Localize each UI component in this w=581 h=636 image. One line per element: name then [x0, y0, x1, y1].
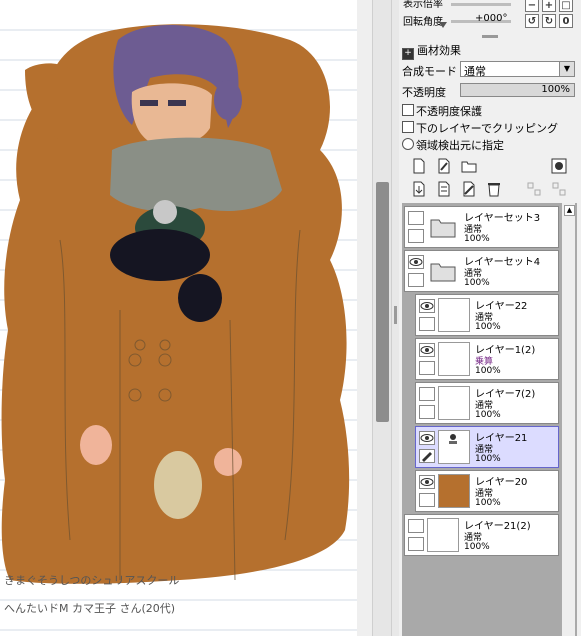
folder-icon	[427, 254, 459, 288]
preserve-opacity-label: 不透明度保護	[416, 105, 482, 118]
layer-opacity: 100%	[475, 454, 501, 464]
layer-thumbnail	[438, 474, 470, 508]
visibility-toggle[interactable]	[419, 299, 435, 313]
layer-list-scrollbar[interactable]: ▲	[561, 203, 575, 636]
layer-set-icon-b[interactable]	[551, 181, 567, 197]
rotation-label: 回転角度	[403, 17, 443, 28]
expand-icon: +	[402, 48, 414, 60]
scroll-up-icon[interactable]: ▲	[564, 205, 575, 216]
visibility-toggle[interactable]	[408, 255, 424, 269]
edit-target-toggle[interactable]	[419, 361, 435, 375]
new-linework-icon[interactable]	[436, 158, 452, 174]
layer-list: レイヤーセット3 通常 100% レイヤーセット4 通常 100% レイヤー22 通常 100%…	[402, 203, 577, 636]
canvas-vertical-scrollbar[interactable]	[372, 0, 392, 636]
blend-mode-select[interactable]: 通常 ▼	[460, 61, 575, 78]
layer-row[interactable]: レイヤー7(2) 通常 100%	[415, 382, 559, 424]
layer-thumbnail	[438, 342, 470, 376]
edit-target-toggle[interactable]	[419, 317, 435, 331]
edit-target-toggle[interactable]	[408, 537, 424, 551]
clear-layer-icon[interactable]	[461, 181, 477, 197]
edit-target-toggle[interactable]	[419, 493, 435, 507]
visibility-toggle[interactable]	[419, 343, 435, 357]
merge-down-icon[interactable]	[436, 181, 452, 197]
layer-thumbnail	[438, 430, 470, 464]
scale-label: 表示倍率	[403, 0, 443, 10]
layer-opacity: 100%	[475, 410, 501, 420]
layer-row[interactable]: レイヤー22 通常 100%	[415, 294, 559, 336]
scrollbar-thumb[interactable]	[376, 182, 389, 422]
caption-line-2: へんたいドM カマ王子 さん(20代)	[4, 602, 175, 615]
blend-mode-label: 合成モード	[402, 65, 457, 78]
layer-opacity: 100%	[464, 278, 490, 288]
eye-icon	[420, 346, 434, 354]
edit-target-toggle[interactable]	[408, 273, 424, 287]
layer-row[interactable]: レイヤー20 通常 100%	[415, 470, 559, 512]
selection-source-label: 領域検出元に指定	[416, 139, 504, 152]
layer-opacity: 100%	[475, 322, 501, 332]
canvas-area[interactable]: きまぐそうしつのシュリアスクール へんたいドM カマ王子 さん(20代)	[0, 0, 357, 636]
layer-thumbnail	[427, 518, 459, 552]
layer-row[interactable]: レイヤーセット3 通常 100%	[404, 206, 559, 248]
transfer-down-icon[interactable]	[411, 181, 427, 197]
zoom-in-button[interactable]: +	[542, 0, 556, 12]
chevron-down-icon: ▼	[559, 62, 574, 76]
clipping-checkbox[interactable]	[402, 121, 414, 133]
zoom-reset-button[interactable]: □	[559, 0, 573, 12]
panel-grip-icon[interactable]	[482, 35, 498, 38]
rotate-reset-button[interactable]: 0	[559, 14, 573, 28]
mask-icon[interactable]	[551, 158, 567, 174]
layer-opacity: 100%	[475, 366, 501, 376]
opacity-label: 不透明度	[402, 86, 446, 99]
scale-slider[interactable]	[451, 3, 511, 6]
visibility-toggle[interactable]	[408, 211, 424, 225]
caption-line-1: きまぐそうしつのシュリアスクール	[4, 574, 179, 587]
visibility-toggle[interactable]	[419, 387, 435, 401]
visibility-toggle[interactable]	[419, 431, 435, 445]
layer-set-icon-a[interactable]	[526, 181, 542, 197]
pencil-icon	[422, 452, 432, 462]
material-effects-header[interactable]: + 画材効果	[402, 42, 461, 60]
layer-opacity: 100%	[464, 542, 490, 552]
splitter-grip-icon	[394, 306, 397, 324]
layer-thumbnail	[438, 298, 470, 332]
eye-icon	[420, 478, 434, 486]
folder-icon	[427, 210, 459, 244]
canvas-gutter	[357, 0, 372, 636]
layer-row[interactable]: レイヤー21 通常 100%	[415, 426, 559, 468]
edit-target-toggle[interactable]	[419, 449, 435, 463]
layer-opacity: 100%	[475, 498, 501, 508]
zoom-out-button[interactable]: −	[525, 0, 539, 12]
layer-panel: 表示倍率 − + □ 回転角度 +000° ↺ ↻ 0 + 画材効果 合成モード …	[399, 0, 581, 636]
rotate-left-button[interactable]: ↺	[525, 14, 539, 28]
visibility-toggle[interactable]	[419, 475, 435, 489]
clipping-label: 下のレイヤーでクリッピング	[416, 122, 559, 135]
eye-icon	[420, 434, 434, 442]
selection-source-radio[interactable]	[402, 138, 414, 150]
delete-layer-icon[interactable]	[486, 181, 502, 197]
edit-target-toggle[interactable]	[408, 229, 424, 243]
preserve-opacity-checkbox[interactable]	[402, 104, 414, 116]
layer-row[interactable]: レイヤー21(2) 通常 100%	[404, 514, 559, 556]
rotate-right-button[interactable]: ↻	[542, 14, 556, 28]
layer-row[interactable]: レイヤー1(2) 乗算 100%	[415, 338, 559, 380]
layer-thumbnail	[438, 386, 470, 420]
new-folder-icon[interactable]	[461, 158, 477, 174]
edit-target-toggle[interactable]	[419, 405, 435, 419]
layer-opacity: 100%	[464, 234, 490, 244]
new-layer-icon[interactable]	[411, 158, 427, 174]
layer-row[interactable]: レイヤーセット4 通常 100%	[404, 250, 559, 292]
visibility-toggle[interactable]	[408, 519, 424, 533]
eye-icon	[409, 258, 423, 266]
artwork: きまぐそうしつのシュリアスクール へんたいドM カマ王子 さん(20代)	[0, 24, 357, 631]
opacity-slider[interactable]: 100%	[460, 83, 575, 97]
rotation-value: +000°	[475, 13, 508, 24]
eye-icon	[420, 302, 434, 310]
rotation-slider-handle-icon[interactable]	[439, 22, 447, 28]
